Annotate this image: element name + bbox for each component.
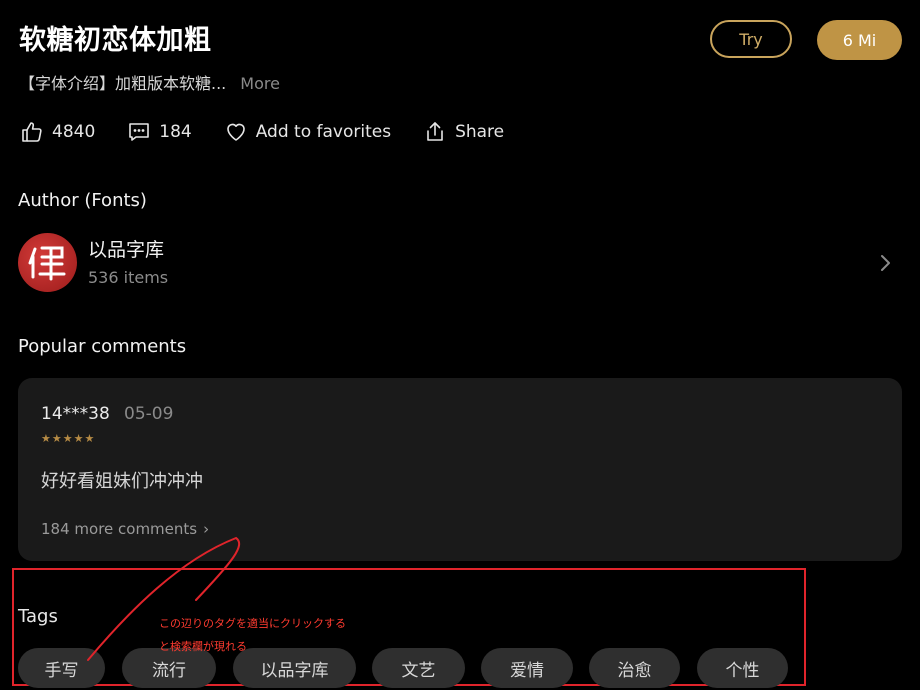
more-comments-link[interactable]: 184 more comments › <box>41 520 209 538</box>
favorite-label: Add to favorites <box>255 122 392 142</box>
tag-chip[interactable]: 流行 <box>122 648 216 688</box>
author-name[interactable]: 以品字库 <box>88 235 164 262</box>
font-intro: 【字体介绍】加粗版本软糖... More <box>19 70 280 94</box>
comment-user: 14***38 <box>41 404 110 424</box>
author-item-count: 536 items <box>88 268 169 287</box>
intro-text: 【字体介绍】加粗版本软糖... <box>19 74 227 93</box>
more-link[interactable]: More <box>240 74 280 93</box>
comment-date: 05-09 <box>124 404 174 424</box>
font-title: 软糖初恋体加粗 <box>19 25 212 56</box>
favorite-button[interactable]: Add to favorites <box>224 120 391 144</box>
share-label: Share <box>455 122 505 142</box>
comment-count: 184 <box>159 122 192 142</box>
action-bar: 4840 184 Add to favorites Share <box>20 120 536 144</box>
share-button[interactable]: Share <box>423 120 504 144</box>
buy-button[interactable]: 6 Mi <box>817 20 902 60</box>
star-icon: ★ <box>84 432 95 445</box>
chevron-right-icon[interactable] <box>878 252 892 274</box>
tag-chip[interactable]: 手写 <box>18 648 105 688</box>
rating-stars: ★ ★ ★ ★ ★ <box>41 432 95 445</box>
tag-chip[interactable]: 个性 <box>697 648 788 688</box>
comment-icon <box>129 123 150 141</box>
tag-chip[interactable]: 爱情 <box>481 648 573 688</box>
star-icon: ★ <box>62 432 73 445</box>
tag-chip[interactable]: 以品字库 <box>233 648 356 688</box>
tags-section-title: Tags <box>18 606 58 627</box>
annotation-note-line1: この辺りのタグを適当にクリックする <box>159 617 346 630</box>
star-icon: ★ <box>41 432 51 445</box>
seal-logo <box>28 246 66 281</box>
heart-icon <box>226 123 245 141</box>
thumbs-up-icon <box>22 122 42 142</box>
like-count: 4840 <box>52 122 96 142</box>
tag-chip[interactable]: 治愈 <box>589 648 680 688</box>
star-icon: ★ <box>73 432 84 445</box>
comment-text: 好好看姐妹们冲冲冲 <box>41 471 203 492</box>
author-section-title: Author (Fonts) <box>18 190 147 211</box>
share-icon <box>427 122 443 141</box>
comment-button[interactable]: 184 <box>127 120 192 144</box>
avatar[interactable] <box>18 233 77 292</box>
tag-chip[interactable]: 文艺 <box>372 648 465 688</box>
try-button[interactable]: Try <box>710 20 792 58</box>
annotation-note-line2: と検索欄が現れる <box>159 640 247 653</box>
comments-section-title: Popular comments <box>18 336 187 357</box>
star-icon: ★ <box>51 432 62 445</box>
chevron-right-icon: › <box>203 520 210 538</box>
like-button[interactable]: 4840 <box>20 120 95 144</box>
more-comments-label: 184 more comments <box>41 520 198 538</box>
